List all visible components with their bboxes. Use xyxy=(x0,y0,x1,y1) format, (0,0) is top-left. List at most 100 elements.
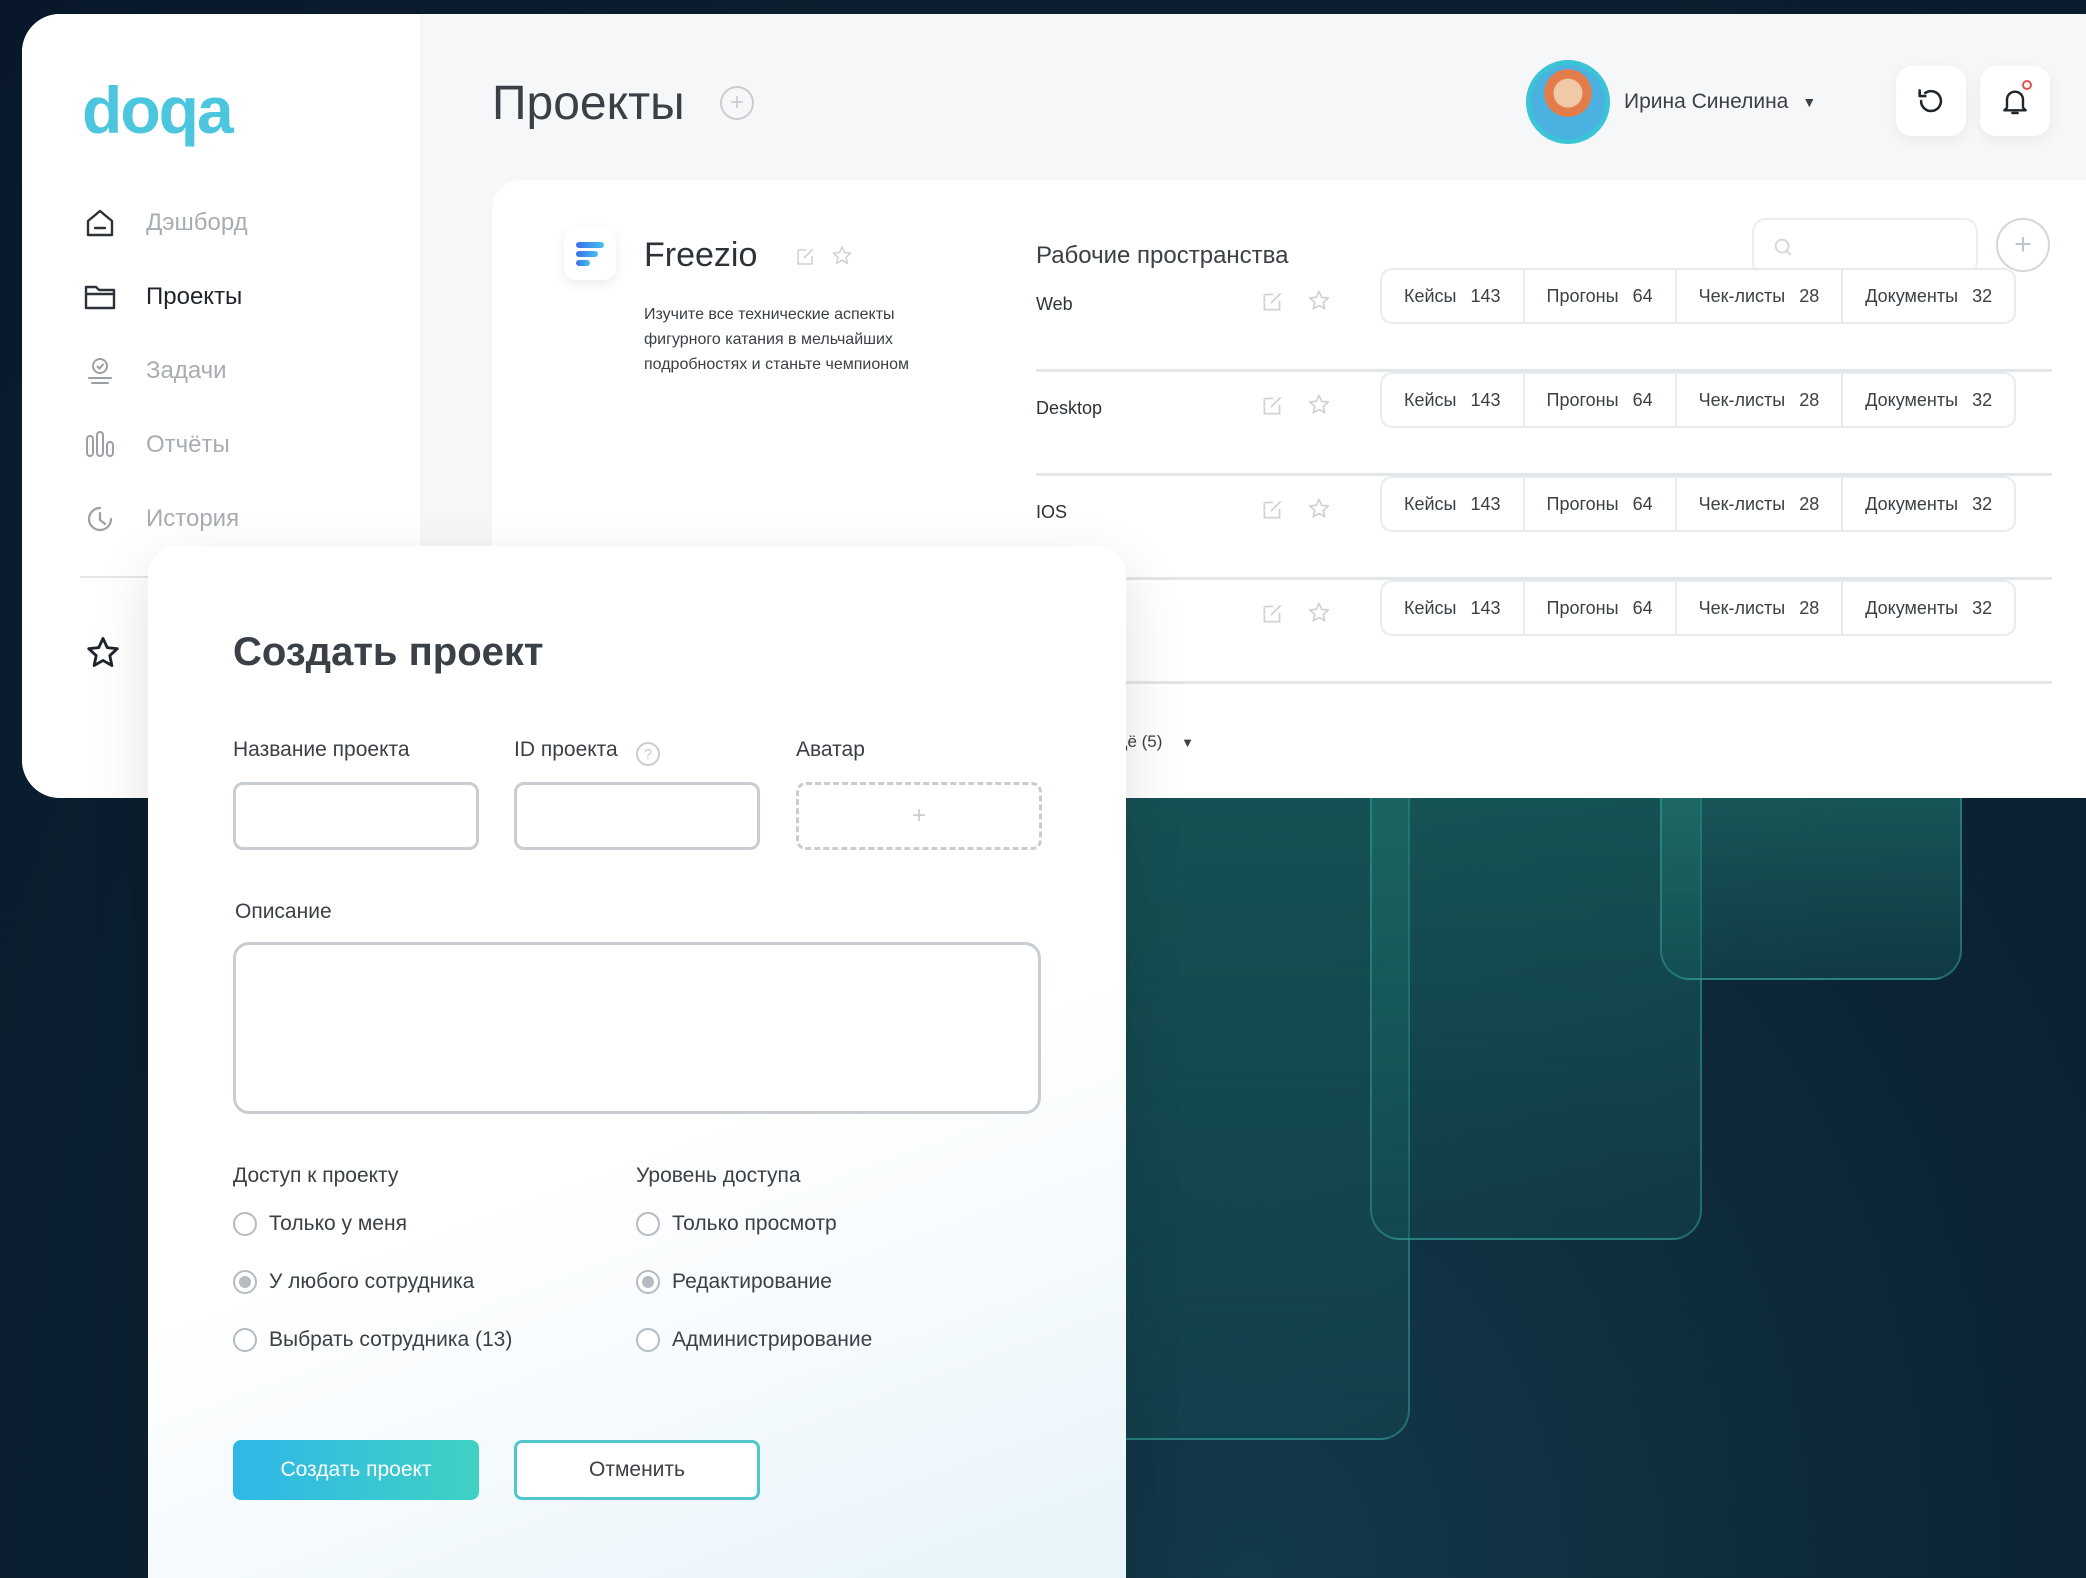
access-option-any-employee[interactable]: У любого сотрудника xyxy=(233,1270,474,1294)
avatar-upload[interactable]: + xyxy=(796,782,1042,850)
stat-value: 28 xyxy=(1799,389,1820,410)
stat-value: 32 xyxy=(1972,493,1993,514)
star-icon[interactable] xyxy=(1306,600,1332,631)
description-field[interactable] xyxy=(233,942,1041,1114)
stat-checklists[interactable]: Чек-листы 28 xyxy=(1677,270,1844,322)
refresh-button[interactable] xyxy=(1896,66,1966,136)
plus-circle-icon[interactable]: + xyxy=(720,86,754,120)
star-icon[interactable] xyxy=(1306,288,1332,319)
notification-badge xyxy=(2022,80,2032,90)
user-menu[interactable]: Ирина Синелина ▼ xyxy=(1526,60,1816,144)
edit-icon[interactable] xyxy=(1260,288,1286,319)
stat-label: Документы xyxy=(1865,389,1959,410)
level-option-edit[interactable]: Редактирование xyxy=(636,1270,832,1294)
stat-value: 143 xyxy=(1470,285,1501,306)
tasks-icon xyxy=(80,351,120,391)
chevron-down-icon: ▼ xyxy=(1181,735,1195,750)
stat-runs[interactable]: Прогоны 64 xyxy=(1525,374,1677,426)
stat-value: 143 xyxy=(1470,389,1501,410)
stat-documents[interactable]: Документы 32 xyxy=(1843,478,2014,530)
stat-label: Прогоны xyxy=(1546,597,1619,618)
edit-icon[interactable] xyxy=(1260,496,1286,527)
help-icon[interactable]: ? xyxy=(636,742,660,766)
sidebar-item-tasks[interactable]: Задачи xyxy=(80,334,248,408)
stat-value: 28 xyxy=(1799,285,1820,306)
project-description: Изучите все технические аспекты фигурног… xyxy=(644,306,909,373)
workspaces-title: Рабочие пространства xyxy=(1036,242,1289,269)
workspace-name: Desktop xyxy=(1036,398,1103,418)
workspace-row[interactable]: IOS Кейсы 143 Прогоны 64 Чек-листы 28 Докум… xyxy=(1036,476,2052,580)
star-icon[interactable] xyxy=(84,634,122,677)
stat-checklists[interactable]: Чек-листы 28 xyxy=(1677,582,1844,634)
page-title: Проекты xyxy=(492,77,685,130)
radio-label: Только у меня xyxy=(269,1212,407,1235)
stat-label: Прогоны xyxy=(1546,389,1619,410)
level-option-admin[interactable]: Администрирование xyxy=(636,1328,872,1352)
stat-cases[interactable]: Кейсы 143 xyxy=(1382,582,1525,634)
project-id-label: ID проекта xyxy=(514,738,618,761)
reports-icon xyxy=(80,425,120,465)
stat-value: 64 xyxy=(1632,493,1653,514)
sidebar-item-dashboard[interactable]: Дэшборд xyxy=(80,186,248,260)
project-id-field[interactable] xyxy=(514,782,760,850)
cancel-button[interactable]: Отменить xyxy=(514,1440,760,1500)
stat-label: Чек-листы xyxy=(1698,493,1786,514)
create-project-button[interactable]: Создать проект xyxy=(233,1440,479,1500)
stat-value: 28 xyxy=(1799,493,1820,514)
stat-checklists[interactable]: Чек-листы 28 xyxy=(1677,374,1844,426)
sidebar-item-reports[interactable]: Отчёты xyxy=(80,408,248,482)
workspace-row[interactable]: Desktop Кейсы 143 Прогоны 64 Чек-листы 28 Д… xyxy=(1036,372,2052,476)
stat-documents[interactable]: Документы 32 xyxy=(1843,582,2014,634)
radio-button[interactable] xyxy=(233,1270,257,1294)
modal-title: Создать проект xyxy=(233,630,544,674)
edit-icon[interactable] xyxy=(1260,392,1286,423)
access-option-only-me[interactable]: Только у меня xyxy=(233,1212,407,1236)
stat-label: Кейсы xyxy=(1404,597,1457,618)
stat-checklists[interactable]: Чек-листы 28 xyxy=(1677,478,1844,530)
stat-runs[interactable]: Прогоны 64 xyxy=(1525,270,1677,322)
add-workspace-button[interactable]: + xyxy=(1996,218,2050,272)
stat-runs[interactable]: Прогоны 64 xyxy=(1525,478,1677,530)
access-option-select-employee[interactable]: Выбрать сотрудника (13) xyxy=(233,1328,512,1352)
stat-value: 32 xyxy=(1972,285,1993,306)
stat-cases[interactable]: Кейсы 143 xyxy=(1382,270,1525,322)
project-name-field[interactable] xyxy=(233,782,479,850)
radio-label: Выбрать сотрудника (13) xyxy=(269,1328,513,1351)
stat-cases[interactable]: Кейсы 143 xyxy=(1382,374,1525,426)
description-label: Описание xyxy=(235,900,332,923)
folder-icon xyxy=(80,277,120,317)
stat-documents[interactable]: Документы 32 xyxy=(1843,374,2014,426)
level-option-view[interactable]: Только просмотр xyxy=(636,1212,837,1236)
sidebar-item-history[interactable]: История xyxy=(80,482,248,556)
radio-label: Только просмотр xyxy=(672,1212,837,1235)
sidebar-item-projects[interactable]: Проекты xyxy=(80,260,248,334)
stat-value: 64 xyxy=(1632,597,1653,618)
stat-documents[interactable]: Документы 32 xyxy=(1843,270,2014,322)
edit-icon[interactable] xyxy=(1260,600,1286,631)
stat-value: 143 xyxy=(1470,493,1501,514)
star-icon[interactable] xyxy=(1306,392,1332,423)
workspace-row[interactable]: Кейсы 143 Прогоны 64 Чек-листы 28 Документы… xyxy=(1036,580,2052,684)
edit-icon[interactable] xyxy=(794,244,818,273)
stat-runs[interactable]: Прогоны 64 xyxy=(1525,582,1677,634)
plus-icon: + xyxy=(911,802,926,829)
radio-button[interactable] xyxy=(636,1212,660,1236)
chevron-down-icon: ▼ xyxy=(1802,94,1817,110)
stat-value: 32 xyxy=(1972,389,1993,410)
stat-label: Чек-листы xyxy=(1698,285,1786,306)
sidebar-item-label: Задачи xyxy=(146,357,227,384)
project-name: Freezio xyxy=(644,236,758,274)
star-icon[interactable] xyxy=(1306,496,1332,527)
radio-button[interactable] xyxy=(233,1328,257,1352)
notifications-button[interactable] xyxy=(1980,66,2050,136)
logo[interactable]: doqa xyxy=(82,72,234,148)
radio-button[interactable] xyxy=(636,1270,660,1294)
stat-label: Документы xyxy=(1865,493,1959,514)
workspace-actions xyxy=(1260,392,1332,423)
stat-cases[interactable]: Кейсы 143 xyxy=(1382,478,1525,530)
stat-label: Прогоны xyxy=(1546,493,1619,514)
radio-button[interactable] xyxy=(233,1212,257,1236)
workspace-row[interactable]: Web Кейсы 143 Прогоны 64 Чек-листы 28 Докум… xyxy=(1036,268,2052,372)
radio-button[interactable] xyxy=(636,1328,660,1352)
star-icon[interactable] xyxy=(830,244,854,273)
